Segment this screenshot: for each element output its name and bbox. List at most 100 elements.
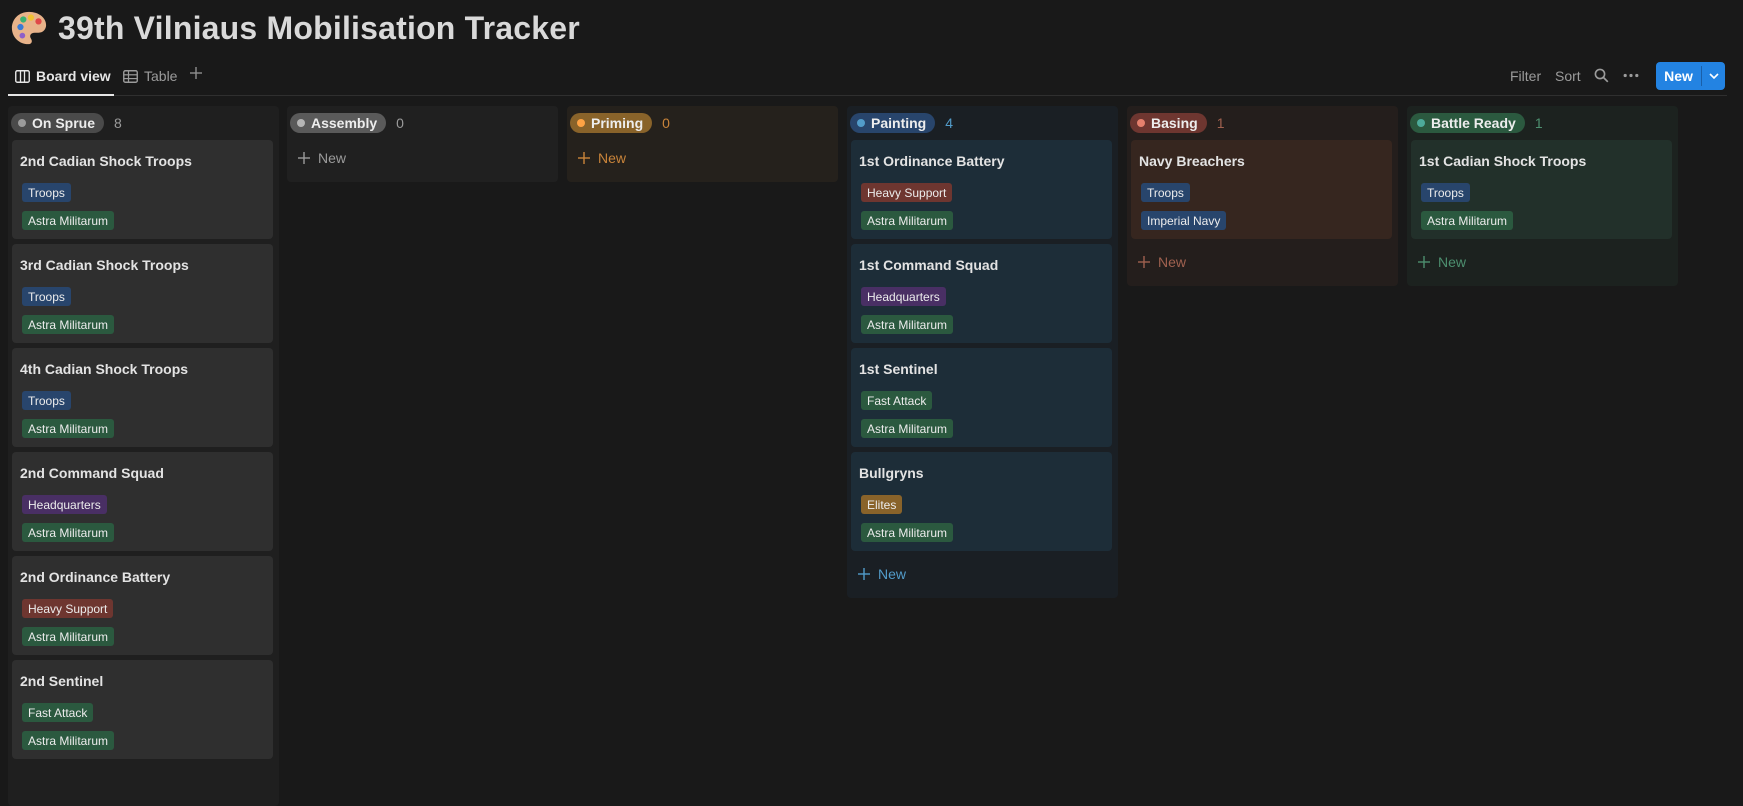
column-footer bbox=[567, 176, 838, 182]
view-divider bbox=[8, 95, 1727, 96]
status-dot-icon bbox=[1417, 119, 1425, 127]
card-tag: Astra Militarum bbox=[861, 523, 954, 542]
status-label: Assembly bbox=[311, 115, 378, 131]
sort-button[interactable]: Sort bbox=[1555, 68, 1581, 84]
active-tab-indicator bbox=[8, 94, 114, 96]
board-card[interactable]: 1st Command Squad Headquarters Astra Milit… bbox=[851, 244, 1112, 343]
tab-label: Board view bbox=[36, 68, 111, 84]
card-tag: Troops bbox=[1141, 183, 1190, 202]
card-tag: Fast Attack bbox=[22, 703, 94, 722]
board-card[interactable]: 4th Cadian Shock Troops Troops Astra Milit… bbox=[12, 348, 273, 447]
column-count: 4 bbox=[945, 115, 954, 131]
board-column: Assembly 0 New bbox=[287, 106, 558, 182]
board-card[interactable]: 1st Ordinance Battery Heavy Support Astra … bbox=[851, 140, 1112, 239]
column-count: 1 bbox=[1534, 115, 1543, 131]
board-card[interactable]: 1st Cadian Shock Troops Troops Astra Milit… bbox=[1411, 140, 1672, 239]
status-badge: On Sprue bbox=[11, 113, 105, 133]
add-card-button[interactable]: New bbox=[287, 140, 558, 176]
add-view-button[interactable] bbox=[189, 64, 203, 84]
board-column: Battle Ready 1 1st Cadian Shock Troops Troo… bbox=[1407, 106, 1678, 286]
filter-button[interactable]: Filter bbox=[1510, 68, 1541, 84]
column-header[interactable]: Basing 1 bbox=[1127, 106, 1398, 140]
more-icon[interactable] bbox=[1623, 73, 1639, 78]
board-column: Priming 0 New bbox=[567, 106, 838, 182]
board-column: Painting 4 1st Ordinance Battery Heavy Supp… bbox=[847, 106, 1118, 598]
board-card[interactable]: Bullgryns Elites Astra Militarum bbox=[851, 452, 1112, 551]
card-tag: Heavy Support bbox=[22, 599, 114, 618]
card-tag: Astra Militarum bbox=[22, 731, 115, 750]
card-tag: Astra Militarum bbox=[22, 315, 115, 334]
add-card-button[interactable]: New bbox=[567, 140, 838, 176]
column-header[interactable]: Painting 4 bbox=[847, 106, 1118, 140]
card-tag: Astra Militarum bbox=[861, 419, 954, 438]
status-label: Priming bbox=[591, 115, 644, 131]
board-card[interactable]: Navy Breachers Troops Imperial Navy bbox=[1131, 140, 1392, 239]
status-label: On Sprue bbox=[32, 115, 96, 131]
column-header[interactable]: Priming 0 bbox=[567, 106, 838, 140]
card-tag: Astra Militarum bbox=[22, 627, 115, 646]
status-badge: Battle Ready bbox=[1410, 113, 1525, 133]
status-dot-icon bbox=[297, 119, 305, 127]
card-title: 3rd Cadian Shock Troops bbox=[20, 257, 189, 273]
card-tag: Troops bbox=[1421, 183, 1470, 202]
plus-icon bbox=[578, 152, 590, 164]
add-card-label: New bbox=[598, 150, 627, 166]
card-tag: Astra Militarum bbox=[22, 523, 115, 542]
tab-label: Table bbox=[144, 68, 178, 84]
board-card[interactable]: 2nd Sentinel Fast Attack Astra Militarum bbox=[12, 660, 273, 759]
new-dropdown-button[interactable] bbox=[1702, 62, 1725, 90]
card-tag: Astra Militarum bbox=[861, 315, 954, 334]
add-card-label: New bbox=[1438, 254, 1467, 270]
card-tag: Astra Militarum bbox=[22, 211, 115, 230]
status-label: Basing bbox=[1151, 115, 1198, 131]
card-title: Navy Breachers bbox=[1139, 153, 1245, 169]
new-button[interactable]: New bbox=[1656, 62, 1701, 90]
board-card[interactable]: 2nd Command Squad Headquarters Astra Milit… bbox=[12, 452, 273, 551]
table-icon bbox=[123, 69, 138, 83]
column-footer bbox=[1127, 280, 1398, 286]
card-tag: Astra Militarum bbox=[1421, 211, 1514, 230]
board-card[interactable]: 2nd Ordinance Battery Heavy Support Astra … bbox=[12, 556, 273, 655]
view-bar: Board view Table Filter Sort New bbox=[0, 58, 1743, 96]
plus-icon bbox=[858, 568, 870, 580]
status-label: Battle Ready bbox=[1431, 115, 1516, 131]
tab-board-view[interactable]: Board view bbox=[15, 62, 111, 90]
page-title: 39th Vilniaus Mobilisation Tracker bbox=[58, 9, 580, 46]
column-header[interactable]: On Sprue 8 bbox=[8, 106, 279, 140]
column-count: 0 bbox=[662, 115, 670, 131]
search-icon[interactable] bbox=[1594, 68, 1609, 83]
board-card[interactable]: 2nd Cadian Shock Troops Troops Astra Milit… bbox=[12, 140, 273, 239]
column-count: 0 bbox=[396, 115, 404, 131]
card-title: 2nd Sentinel bbox=[20, 673, 104, 689]
card-tag: Troops bbox=[22, 287, 71, 306]
column-count: 1 bbox=[1216, 115, 1225, 131]
card-tag: Headquarters bbox=[22, 495, 107, 514]
board-column: On Sprue 8 2nd Cadian Shock Troops Troops As… bbox=[8, 106, 279, 806]
card-tag: Troops bbox=[22, 391, 71, 410]
card-tag: Elites bbox=[861, 495, 903, 514]
board-card[interactable]: 1st Sentinel Fast Attack Astra Militarum bbox=[851, 348, 1112, 447]
column-header[interactable]: Battle Ready 1 bbox=[1407, 106, 1678, 140]
column-footer bbox=[847, 592, 1118, 598]
plus-icon bbox=[1138, 256, 1150, 268]
new-button-group: New bbox=[1656, 62, 1725, 90]
column-footer bbox=[1407, 280, 1678, 286]
column-header[interactable]: Assembly 0 bbox=[287, 106, 558, 140]
card-tag: Fast Attack bbox=[861, 391, 933, 410]
add-card-button[interactable]: New bbox=[1407, 244, 1678, 280]
add-card-button[interactable]: New bbox=[847, 556, 1118, 592]
plus-icon bbox=[1418, 256, 1430, 268]
tab-table[interactable]: Table bbox=[123, 62, 177, 90]
card-tag: Astra Militarum bbox=[22, 419, 115, 438]
board-icon bbox=[15, 69, 30, 83]
board-column: Basing 1 Navy Breachers Troops Imperial Navy… bbox=[1127, 106, 1398, 286]
status-badge: Basing bbox=[1130, 113, 1207, 133]
card-title: 1st Cadian Shock Troops bbox=[1419, 153, 1587, 169]
add-card-button[interactable]: New bbox=[1127, 244, 1398, 280]
status-label: Painting bbox=[871, 115, 927, 131]
card-title: 4th Cadian Shock Troops bbox=[20, 361, 189, 377]
page-header: 39th Vilniaus Mobilisation Tracker bbox=[10, 6, 580, 50]
status-badge: Priming bbox=[570, 113, 653, 133]
board-card[interactable]: 3rd Cadian Shock Troops Troops Astra Milit… bbox=[12, 244, 273, 343]
card-tag: Imperial Navy bbox=[1141, 211, 1227, 230]
